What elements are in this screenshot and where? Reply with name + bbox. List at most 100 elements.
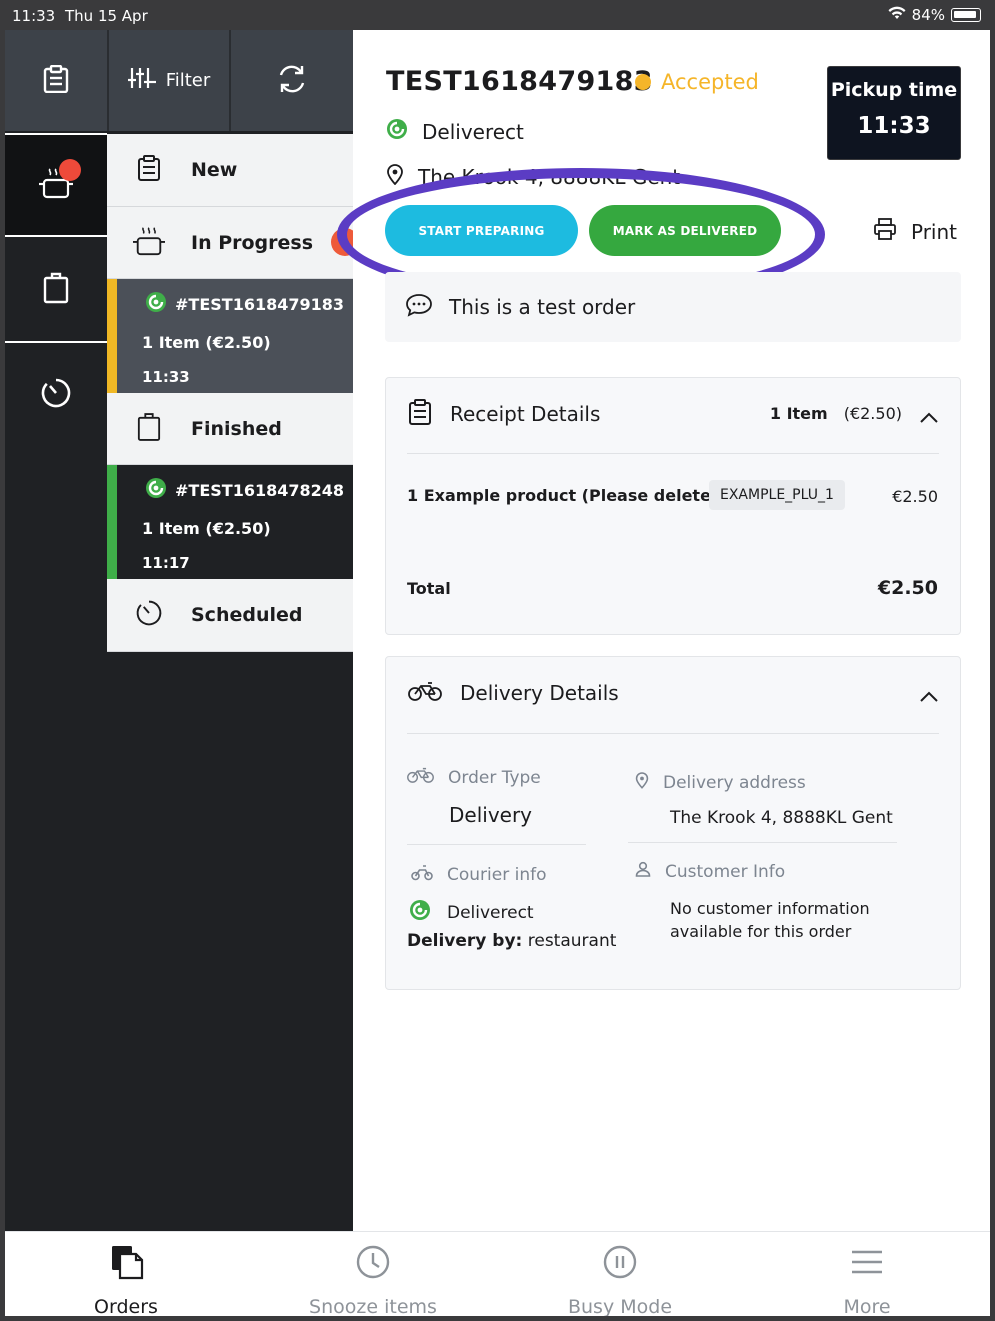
product-plu: EXAMPLE_PLU_1 bbox=[709, 480, 845, 510]
tab-snooze-label: Snooze items bbox=[309, 1296, 437, 1316]
order-type-value: Delivery bbox=[449, 803, 533, 827]
order-card-1[interactable]: #TEST1618479183 1 Item (€2.50) 11:33 bbox=[107, 279, 353, 393]
refresh-button[interactable] bbox=[231, 30, 353, 131]
timer-icon bbox=[135, 599, 163, 631]
chevron-up-icon[interactable] bbox=[920, 405, 938, 429]
delivery-by: Delivery by: restaurant bbox=[407, 931, 616, 951]
note-text: This is a test order bbox=[449, 295, 636, 319]
bicycle-icon bbox=[408, 681, 442, 706]
filter-sliders-icon bbox=[127, 66, 158, 95]
receipt-details-card: Receipt Details 1 Item (€2.50) 1 Example… bbox=[385, 377, 961, 635]
receipt-header[interactable]: Receipt Details 1 Item (€2.50) bbox=[386, 378, 960, 450]
receipt-summary: 1 Item (€2.50) bbox=[770, 404, 902, 423]
section-new[interactable]: New bbox=[107, 134, 353, 207]
tab-busy-label: Busy Mode bbox=[567, 1296, 673, 1316]
section-in-progress-label: In Progress bbox=[191, 231, 314, 254]
battery-percent: 84% bbox=[911, 6, 945, 24]
order-time: 11:33 bbox=[142, 368, 190, 386]
section-in-progress[interactable]: In Progress 1 bbox=[107, 207, 359, 279]
left-rail bbox=[5, 30, 107, 1231]
product-name: 1 Example product (Please delete) bbox=[407, 486, 719, 505]
address-text: The Krook 4, 8888KL Gent bbox=[418, 164, 681, 189]
location-pin-icon bbox=[386, 163, 404, 190]
status-dot bbox=[635, 74, 651, 90]
cooking-pot-icon bbox=[132, 225, 166, 261]
pickup-time-box: Pickup time 11:33 bbox=[827, 66, 961, 160]
tab-orders[interactable]: Orders bbox=[26, 1244, 226, 1316]
customer-info-label: Customer Info bbox=[635, 861, 785, 882]
order-address: The Krook 4, 8888KL Gent bbox=[386, 163, 680, 190]
bag-icon bbox=[43, 272, 69, 308]
chevron-up-icon[interactable] bbox=[920, 684, 938, 708]
order-items: 1 Item (€2.50) bbox=[142, 333, 271, 352]
menu-icon bbox=[850, 1249, 884, 1280]
section-new-label: New bbox=[191, 159, 238, 181]
notification-dot bbox=[59, 159, 81, 181]
channel-name: Deliverect bbox=[422, 119, 524, 144]
pause-icon bbox=[602, 1244, 638, 1285]
status-text: Accepted bbox=[661, 70, 759, 94]
filter-button[interactable]: Filter bbox=[107, 30, 231, 131]
order-title: TEST1618479183 bbox=[386, 66, 653, 97]
receipt-divider bbox=[407, 453, 939, 454]
rail-orders-list-button[interactable] bbox=[5, 30, 107, 131]
deliverect-logo-icon bbox=[145, 291, 167, 317]
customer-info-value: No customer information available for th… bbox=[670, 899, 870, 941]
total-label: Total bbox=[407, 579, 451, 598]
rail-finished[interactable] bbox=[5, 239, 107, 343]
order-card-2[interactable]: #TEST1618478248 1 Item (€2.50) 11:17 bbox=[107, 465, 353, 579]
courier-value: Deliverect bbox=[409, 899, 534, 926]
deliverect-logo-icon bbox=[386, 118, 408, 145]
tab-snooze-items[interactable]: Snooze items bbox=[273, 1244, 473, 1316]
address-divider bbox=[628, 842, 897, 843]
status-right: 84% bbox=[888, 6, 981, 24]
scooter-icon bbox=[411, 863, 433, 886]
print-label: Print bbox=[911, 219, 958, 244]
start-preparing-button[interactable]: START PREPARING bbox=[385, 205, 578, 256]
receipt-sum: (€2.50) bbox=[843, 404, 902, 423]
printer-icon bbox=[873, 217, 897, 246]
section-finished[interactable]: Finished bbox=[107, 393, 353, 465]
order-items: 1 Item (€2.50) bbox=[142, 519, 271, 538]
clipboard-icon bbox=[43, 64, 69, 97]
delivery-by-label: Delivery by: bbox=[407, 931, 523, 951]
mark-as-delivered-button[interactable]: MARK AS DELIVERED bbox=[589, 205, 781, 256]
delivery-address-label: Delivery address bbox=[635, 771, 806, 794]
location-pin-icon bbox=[635, 771, 649, 794]
order-card-id: #TEST1618479183 bbox=[145, 291, 344, 317]
bicycle-icon bbox=[407, 767, 434, 788]
clipboard-icon bbox=[137, 155, 161, 185]
tab-busy-mode[interactable]: Busy Mode bbox=[520, 1244, 720, 1316]
rail-in-progress[interactable] bbox=[5, 133, 107, 237]
order-detail: TEST1618479183 Accepted Pickup time 11:3… bbox=[337, 30, 990, 1231]
product-price: €2.50 bbox=[892, 487, 938, 506]
status-bar: 11:33 Thu 15 Apr 84% bbox=[0, 0, 995, 30]
order-type-label: Order Type bbox=[407, 767, 541, 788]
tab-more[interactable]: More bbox=[767, 1244, 967, 1316]
courier-info-label: Courier info bbox=[411, 863, 547, 886]
order-status: Accepted bbox=[635, 70, 759, 94]
receipt-item-count: 1 Item bbox=[769, 404, 828, 423]
refresh-icon bbox=[275, 63, 309, 99]
section-scheduled-label: Scheduled bbox=[191, 604, 303, 626]
receipt-title: Receipt Details bbox=[450, 402, 601, 426]
delivery-by-value: restaurant bbox=[527, 931, 617, 951]
pickup-time: 11:33 bbox=[857, 113, 931, 139]
order-card-id: #TEST1618478248 bbox=[145, 477, 344, 503]
wifi-icon bbox=[888, 6, 906, 24]
delivery-title: Delivery Details bbox=[460, 681, 619, 705]
rail-scheduled[interactable] bbox=[5, 343, 107, 447]
print-button[interactable]: Print bbox=[873, 217, 957, 246]
order-type-divider bbox=[407, 844, 586, 845]
order-note: This is a test order bbox=[385, 272, 961, 342]
delivery-header[interactable]: Delivery Details bbox=[386, 657, 960, 729]
section-scheduled[interactable]: Scheduled bbox=[107, 579, 353, 652]
bag-icon bbox=[137, 412, 161, 446]
pickup-label: Pickup time bbox=[830, 79, 958, 101]
delivery-divider bbox=[407, 733, 939, 734]
total-value: €2.50 bbox=[877, 577, 938, 599]
delivery-address-value: The Krook 4, 8888KL Gent bbox=[670, 808, 893, 828]
order-id-text: #TEST1618478248 bbox=[175, 480, 345, 500]
speech-bubble-icon bbox=[405, 293, 433, 322]
delivery-details-card: Delivery Details Order Type Delivery Del… bbox=[385, 656, 961, 990]
